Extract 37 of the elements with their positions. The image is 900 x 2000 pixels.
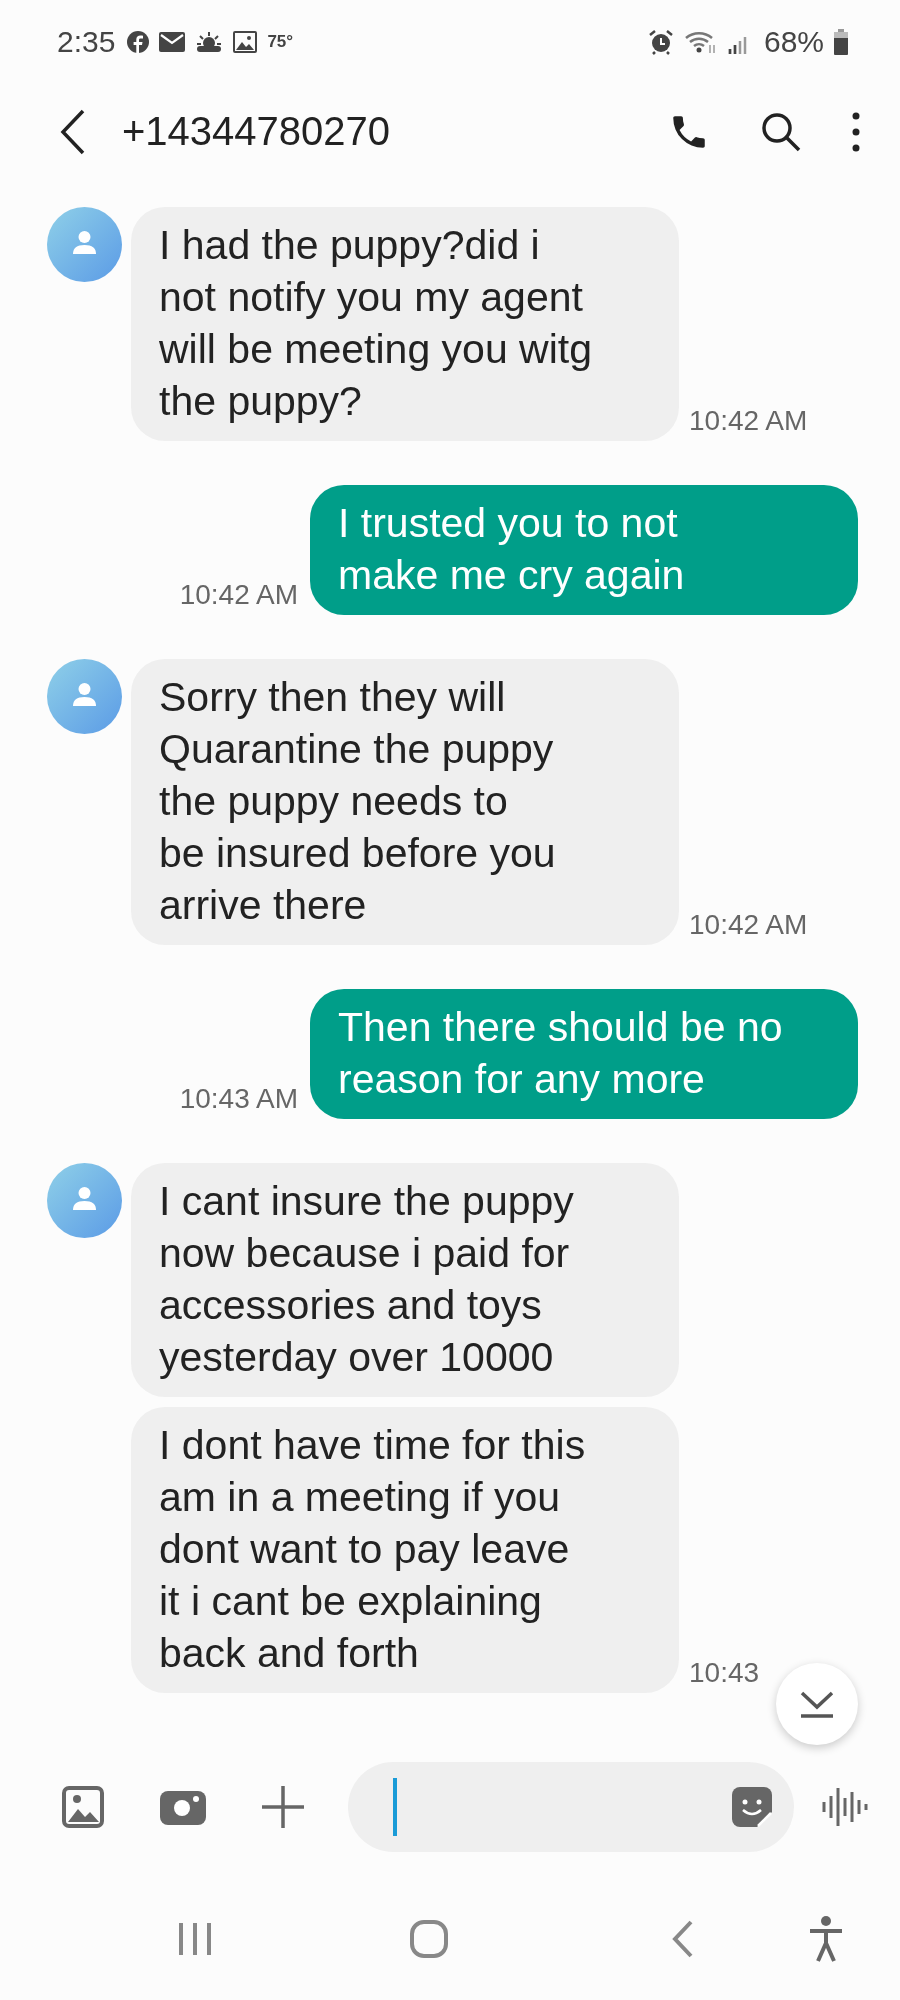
temperature: 75° <box>267 32 294 53</box>
gallery-icon[interactable] <box>62 1786 104 1829</box>
message-bubble: I cant insure the puppy now because i paid for accessories and toys yesterday over 10000 <box>131 1162 679 1397</box>
weather-icon <box>195 31 224 54</box>
message-bubble: Then there should be no reason for any more <box>310 988 858 1119</box>
battery-percentage: 68% <box>763 25 824 60</box>
search-icon[interactable] <box>760 110 802 153</box>
alarm-icon <box>647 29 674 56</box>
timestamp: 10:42 AM <box>688 908 809 942</box>
timestamp: 10:43 <box>688 1656 761 1690</box>
camera-icon[interactable] <box>160 1789 206 1826</box>
home-icon[interactable] <box>409 1918 449 1959</box>
message-bubble: Sorry then they will Quarantine the puppy the puppy needs to be insured before you arrive there <box>131 658 679 945</box>
facebook-icon <box>127 31 150 54</box>
battery-icon <box>834 29 848 56</box>
timestamp: 10:42 AM <box>178 578 299 612</box>
back-icon[interactable] <box>60 108 86 155</box>
contact-number: +14344780270 <box>122 109 391 155</box>
timestamp: 10:43 AM <box>178 1082 299 1116</box>
message-bubble: I trusted you to not make me cry again <box>310 484 858 615</box>
scroll-to-bottom-button[interactable] <box>776 1662 858 1745</box>
message-bubble: I dont have time for this am in a meeting if you dont want to pay leave it i cant be explaining back and forth <box>131 1406 679 1693</box>
wifi-icon <box>683 29 718 56</box>
recent-apps-icon[interactable] <box>177 1920 213 1957</box>
avatar-icon[interactable] <box>47 206 122 282</box>
scroll-down-icon <box>799 1689 835 1718</box>
message-bubble: I had the puppy?did i not notify you my agent will be meeting you witg the puppy? <box>131 206 679 441</box>
timestamp: 10:42 AM <box>688 404 809 438</box>
image-icon <box>233 31 258 54</box>
accessibility-icon[interactable] <box>808 1915 844 1962</box>
avatar-icon[interactable] <box>47 1162 122 1238</box>
mail-icon <box>159 32 186 53</box>
plus-icon[interactable] <box>262 1786 304 1829</box>
avatar-icon[interactable] <box>47 658 122 734</box>
more-options-icon[interactable] <box>852 111 860 152</box>
sticker-icon[interactable] <box>732 1787 772 1828</box>
clock: 2:35 <box>57 25 116 60</box>
